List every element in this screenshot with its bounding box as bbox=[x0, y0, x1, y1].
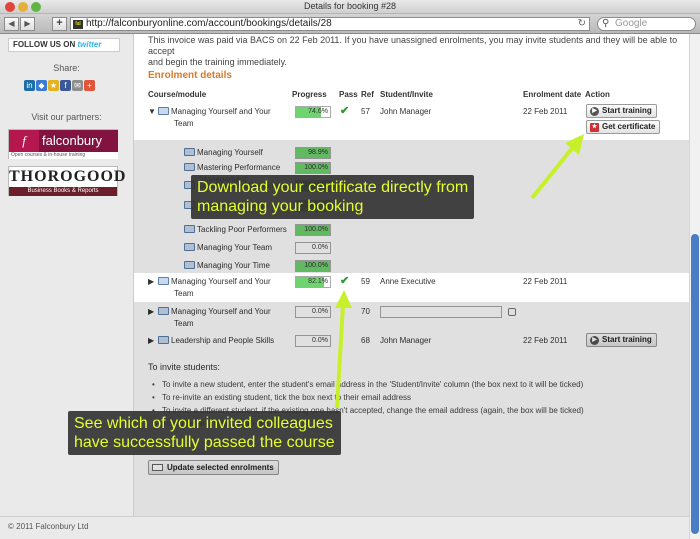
callout-arrows bbox=[335, 134, 584, 409]
arrow-to-certificate bbox=[530, 144, 576, 200]
arrow-to-pass bbox=[335, 304, 345, 409]
browser-window: Details for booking #28 ◀ ▶ + fal http:/… bbox=[0, 0, 700, 539]
arrow-head bbox=[335, 290, 352, 308]
